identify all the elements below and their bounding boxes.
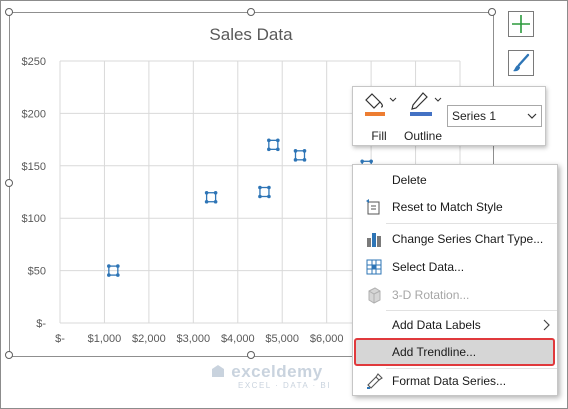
menu-separator [386, 310, 557, 311]
context-menu: Delete Reset to Match Style Change Serie… [352, 164, 558, 396]
resize-handle-middle-left[interactable] [5, 179, 13, 187]
menu-item-label: Reset to Match Style [392, 200, 503, 214]
x-tick-label: $3,000 [177, 333, 211, 345]
watermark-logo: exceldemy [210, 362, 323, 382]
format-brush-icon [367, 373, 383, 389]
x-tick-label: $4,000 [221, 333, 255, 345]
data-point[interactable] [258, 185, 271, 199]
outline-button[interactable]: Outline [401, 89, 445, 143]
menu-item-3d-rotation: 3-D Rotation... [353, 282, 557, 308]
menu-item-add-data-labels[interactable]: Add Data Labels [353, 312, 557, 338]
outline-label: Outline [403, 129, 443, 143]
fill-button[interactable]: Fill [359, 89, 399, 143]
resize-handle-bottom-left[interactable] [5, 351, 13, 359]
watermark-name: exceldemy [231, 362, 323, 381]
menu-item-add-trendline[interactable]: Add Trendline... [353, 339, 557, 365]
menu-item-delete[interactable]: Delete [353, 167, 557, 193]
data-point[interactable] [204, 190, 218, 204]
resize-handle-bottom-center[interactable] [247, 351, 255, 359]
format-mini-toolbar: Fill Outline Series 1 [352, 86, 546, 146]
select-data-icon [366, 259, 382, 275]
paintbrush-icon [513, 53, 530, 72]
series-dropdown-value: Series 1 [452, 109, 497, 123]
fill-label: Fill [371, 129, 387, 143]
menu-separator [386, 223, 557, 224]
bar-chart-icon [367, 233, 381, 247]
reset-style-icon [366, 199, 380, 215]
menu-item-label: 3-D Rotation... [392, 288, 470, 302]
chevron-down-icon [527, 113, 537, 119]
y-tick-label: $250 [22, 56, 46, 68]
chevron-right-icon [543, 319, 550, 331]
resize-handle-top-center[interactable] [247, 8, 255, 16]
menu-item-label: Select Data... [392, 260, 465, 274]
x-tick-label: $1,000 [88, 333, 122, 345]
menu-item-label: Change Series Chart Type... [392, 232, 544, 246]
x-tick-label: $6,000 [310, 333, 344, 345]
plus-icon [512, 15, 530, 33]
y-tick-label: $50 [28, 266, 46, 278]
menu-item-label: Format Data Series... [392, 374, 507, 388]
menu-item-change-chart-type[interactable]: Change Series Chart Type... [353, 226, 557, 252]
cube-icon [368, 287, 381, 304]
resize-handle-top-left[interactable] [5, 8, 13, 16]
y-tick-label: $200 [22, 108, 46, 120]
chart-elements-button[interactable] [508, 11, 534, 37]
data-point[interactable] [293, 149, 307, 162]
x-tick-label: $2,000 [132, 333, 166, 345]
y-tick-label: $100 [22, 213, 46, 225]
y-tick-label: $150 [22, 161, 46, 173]
x-tick-label: $5,000 [265, 333, 299, 345]
watermark-tagline: EXCEL · DATA · BI [238, 381, 331, 390]
series-dropdown[interactable]: Series 1 [447, 105, 542, 127]
menu-item-label: Add Trendline... [392, 345, 477, 359]
chart-title: Sales Data [209, 25, 293, 44]
menu-item-format-data-series[interactable]: Format Data Series... [353, 368, 557, 394]
menu-item-reset-style[interactable]: Reset to Match Style [353, 194, 557, 220]
menu-item-label: Add Data Labels [392, 318, 481, 332]
menu-item-select-data[interactable]: Select Data... [353, 254, 557, 280]
menu-item-label: Delete [392, 173, 427, 187]
chart-styles-button[interactable] [508, 50, 534, 76]
data-point[interactable] [267, 138, 280, 152]
pen-outline-icon [410, 92, 442, 116]
y-tick-label: $- [36, 318, 46, 330]
logo-icon [212, 365, 224, 377]
x-tick-label: $- [55, 333, 65, 345]
resize-handle-top-right[interactable] [488, 8, 496, 16]
paint-bucket-icon [365, 93, 397, 116]
